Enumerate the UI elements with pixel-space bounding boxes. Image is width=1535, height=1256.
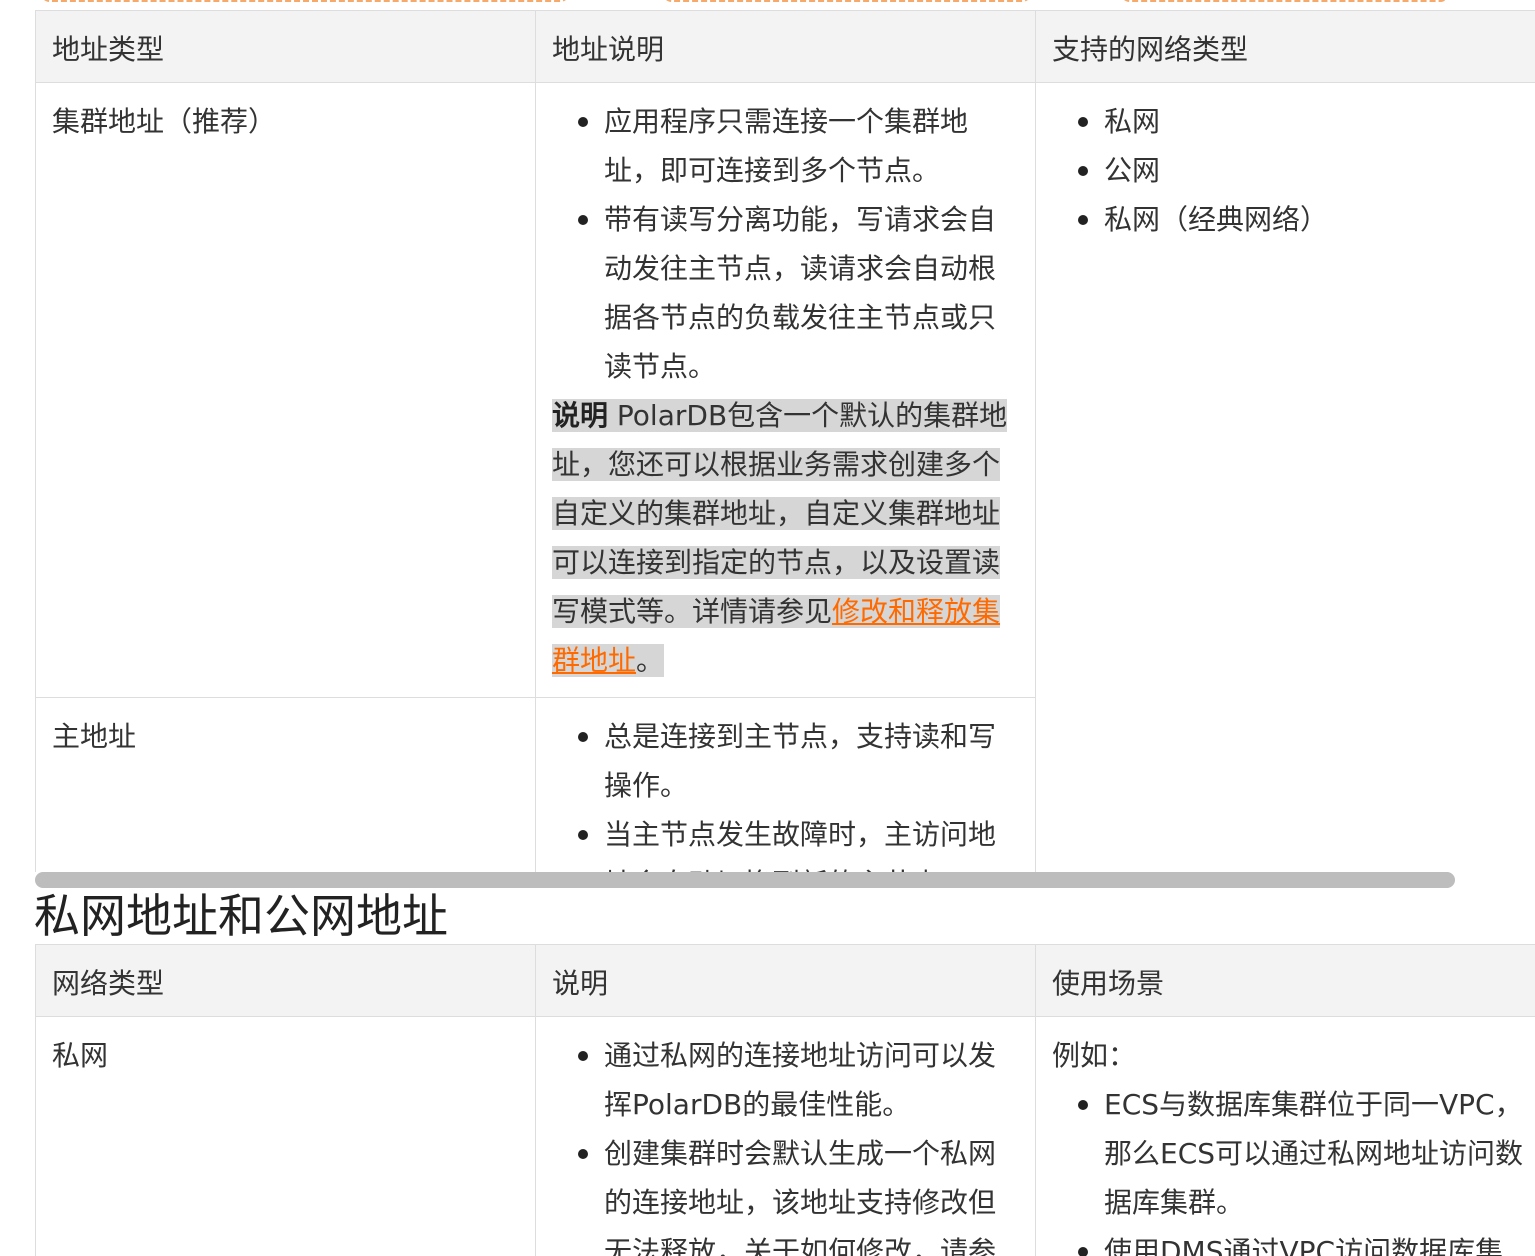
table-row: 集群地址（推荐） 应用程序只需连接一个集群地址，即可连接到多个节点。 带有读写分…	[35, 82, 1535, 872]
supported-network-cell: 私网 公网 私网（经典网络）	[1035, 82, 1535, 872]
list-item: 创建集群时会默认生成一个私网的连接地址，该地址支持修改但无法释放，关于如何修改，…	[578, 1129, 1019, 1256]
table-row: 私网 通过私网的连接地址访问可以发挥PolarDB的最佳性能。 创建集群时会默认…	[35, 1016, 1535, 1256]
address-type-table-viewport[interactable]: 地址类型 地址说明 支持的网络类型 集群地址（推荐） 应用程序只需连接一个集群地…	[35, 10, 1535, 872]
column-header: 使用场景	[1035, 944, 1535, 1017]
table-header-row: 地址类型 地址说明 支持的网络类型	[35, 10, 1535, 83]
dashed-outline	[1120, 0, 1450, 2]
dashed-outline	[662, 0, 1032, 2]
column-header: 说明	[535, 944, 1036, 1017]
address-type-label: 主地址	[52, 720, 137, 753]
list-item: 私网（经典网络）	[1078, 195, 1535, 244]
network-type-cell: 私网	[35, 1016, 536, 1256]
note-text: PolarDB包含一个默认的集群地址，您还可以根据业务需求创建多个自定义的集群地…	[552, 399, 1008, 628]
description-list: 总是连接到主节点，支持读和写操作。 当主节点发生故障时，主访问地址会自动切换到新…	[552, 712, 1019, 872]
note-block: 说明 PolarDB包含一个默认的集群地址，您还可以根据业务需求创建多个自定义的…	[552, 399, 1008, 677]
network-type-table-viewport[interactable]: 网络类型 说明 使用场景 私网 通过私网的连接地址访问可以发挥PolarDB的最…	[35, 944, 1535, 1256]
column-header: 地址说明	[535, 10, 1036, 83]
description-list: 应用程序只需连接一个集群地址，即可连接到多个节点。 带有读写分离功能，写请求会自…	[552, 97, 1019, 391]
list-item: 总是连接到主节点，支持读和写操作。	[578, 712, 1019, 810]
network-type-table: 网络类型 说明 使用场景 私网 通过私网的连接地址访问可以发挥PolarDB的最…	[35, 944, 1535, 1256]
dashed-outline	[40, 0, 570, 2]
network-list: 私网 公网 私网（经典网络）	[1052, 97, 1535, 244]
description-list: 通过私网的连接地址访问可以发挥PolarDB的最佳性能。 创建集群时会默认生成一…	[552, 1031, 1019, 1256]
list-item: 使用DMS通过VPC访问数据库集	[1078, 1227, 1535, 1256]
table-header-row: 网络类型 说明 使用场景	[35, 944, 1535, 1017]
list-item: ECS与数据库集群位于同一VPC，那么ECS可以通过私网地址访问数据库集群。	[1078, 1080, 1535, 1227]
note-label: 说明	[552, 399, 609, 432]
section-title: 私网地址和公网地址	[34, 889, 448, 943]
column-header: 网络类型	[35, 944, 536, 1017]
column-header: 地址类型	[35, 10, 536, 83]
usage-intro: 例如：	[1052, 1039, 1137, 1072]
list-item: 带有读写分离功能，写请求会自动发往主节点，读请求会自动根据各节点的负载发往主节点…	[578, 195, 1019, 391]
list-item: 私网	[1078, 97, 1535, 146]
usage-scenario-cell: 例如： ECS与数据库集群位于同一VPC，那么ECS可以通过私网地址访问数据库集…	[1035, 1016, 1535, 1256]
column-header: 支持的网络类型	[1035, 10, 1535, 83]
address-type-label: 集群地址（推荐）	[52, 105, 277, 138]
list-item: 公网	[1078, 146, 1535, 195]
note-end: 。	[636, 644, 665, 677]
previous-section-edge	[0, 0, 1535, 10]
list-item: 当主节点发生故障时，主访问地址会自动切换到新的主节点。	[578, 810, 1019, 872]
network-type-label: 私网	[52, 1039, 109, 1072]
network-description-cell: 通过私网的连接地址访问可以发挥PolarDB的最佳性能。 创建集群时会默认生成一…	[535, 1016, 1036, 1256]
address-type-table: 地址类型 地址说明 支持的网络类型 集群地址（推荐） 应用程序只需连接一个集群地…	[35, 10, 1535, 872]
list-item: 应用程序只需连接一个集群地址，即可连接到多个节点。	[578, 97, 1019, 195]
address-type-cell: 主地址	[35, 697, 536, 872]
list-item: 通过私网的连接地址访问可以发挥PolarDB的最佳性能。	[578, 1031, 1019, 1129]
address-description-cell: 总是连接到主节点，支持读和写操作。 当主节点发生故障时，主访问地址会自动切换到新…	[535, 697, 1036, 872]
address-type-cell: 集群地址（推荐）	[35, 82, 536, 698]
address-description-cell: 应用程序只需连接一个集群地址，即可连接到多个节点。 带有读写分离功能，写请求会自…	[535, 82, 1036, 698]
usage-list: ECS与数据库集群位于同一VPC，那么ECS可以通过私网地址访问数据库集群。 使…	[1052, 1080, 1535, 1256]
